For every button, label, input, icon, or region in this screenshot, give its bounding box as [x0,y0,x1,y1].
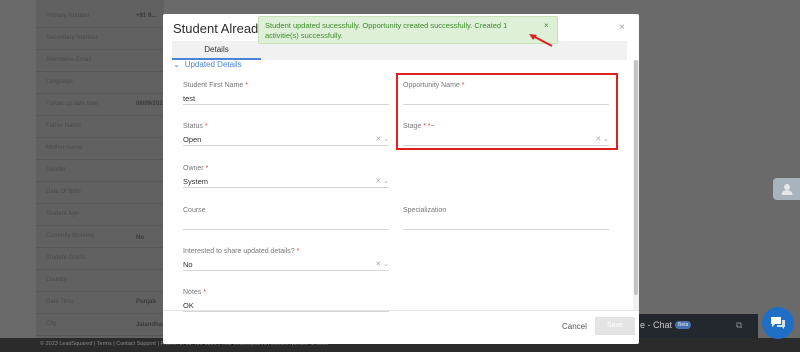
field-label: Notes * [183,289,206,296]
section-title: Updated Details [184,60,242,69]
field-label: Specialization [403,207,447,214]
tab-details[interactable]: Details [172,41,261,60]
chat-label: e - Chat [640,320,673,330]
field-label: Status * [183,123,208,130]
specialization-input[interactable] [403,219,609,230]
background-value: Jalandhar [136,322,165,328]
red-arrow-icon [529,34,553,47]
background-row: Mother Name [36,139,164,160]
toast-message: Student updated sucessfully. Opportunity… [265,21,508,40]
background-row: Student Age [36,205,164,226]
highlight-box [396,73,618,150]
clear-chevron-icon[interactable]: ✕ ⌄ [375,177,389,185]
specialization-field[interactable]: Specialization [403,207,609,230]
course-input[interactable] [183,219,389,230]
field-label: Course [183,207,206,214]
course-field[interactable]: Course [183,207,389,230]
background-row: Date Of Birth [36,183,164,204]
save-button[interactable]: Save [595,317,635,335]
external-link-icon[interactable]: ⧉ [736,320,742,331]
user-avatar-icon[interactable] [773,178,800,200]
background-row: Student Grade [36,249,164,270]
owner-field[interactable]: Owner * System ✕ ⌄ [183,165,389,188]
background-row: Gender [36,161,164,182]
clear-chevron-icon[interactable]: ✕ ⌄ [375,260,389,268]
section-updated-details[interactable]: ⌄ Updated Details [173,60,242,69]
clear-chevron-icon[interactable]: ✕ ⌄ [375,135,389,143]
owner-select[interactable]: System ✕ ⌄ [183,177,389,188]
close-icon[interactable]: × [544,21,549,30]
share-details-field[interactable]: Interested to share updated details? * N… [183,248,389,271]
background-value: No [136,235,144,241]
student-first-name-input[interactable]: test [183,94,389,105]
field-label: Owner * [183,165,209,172]
background-row: Language [36,73,164,94]
background-row: Alternative Email [36,51,164,72]
share-details-select[interactable]: No ✕ ⌄ [183,260,389,271]
background-row: Currently Working [36,227,164,248]
background-value: +91 9... [136,13,157,19]
beta-badge: Beta [675,321,692,329]
background-row: Country [36,271,164,292]
background-row: Father Name [36,117,164,138]
field-label: Student First Name * [183,82,248,89]
status-select[interactable]: Open ✕ ⌄ [183,135,389,146]
cancel-button[interactable]: Cancel [562,322,587,331]
notes-field[interactable]: Notes * OK [183,289,389,312]
field-label: Interested to share updated details? * [183,248,300,255]
chevron-down-icon: ⌄ [173,60,180,69]
status-field[interactable]: Status * Open ✕ ⌄ [183,123,389,146]
modal-title: Student Already [173,21,265,36]
chat-bubble-icon[interactable] [762,307,794,339]
student-first-name-field[interactable]: Student First Name * test [183,82,389,105]
scrollbar-thumb[interactable] [634,60,638,295]
close-icon[interactable]: × [619,22,625,33]
student-modal: Student Already × Details ⌄ Updated Detai… [163,14,639,344]
success-toast: Student updated sucessfully. Opportunity… [258,16,558,44]
modal-footer: Cancel Save [163,310,639,344]
background-value: Punjab [136,299,157,305]
background-row: Secondary Number [36,29,164,50]
